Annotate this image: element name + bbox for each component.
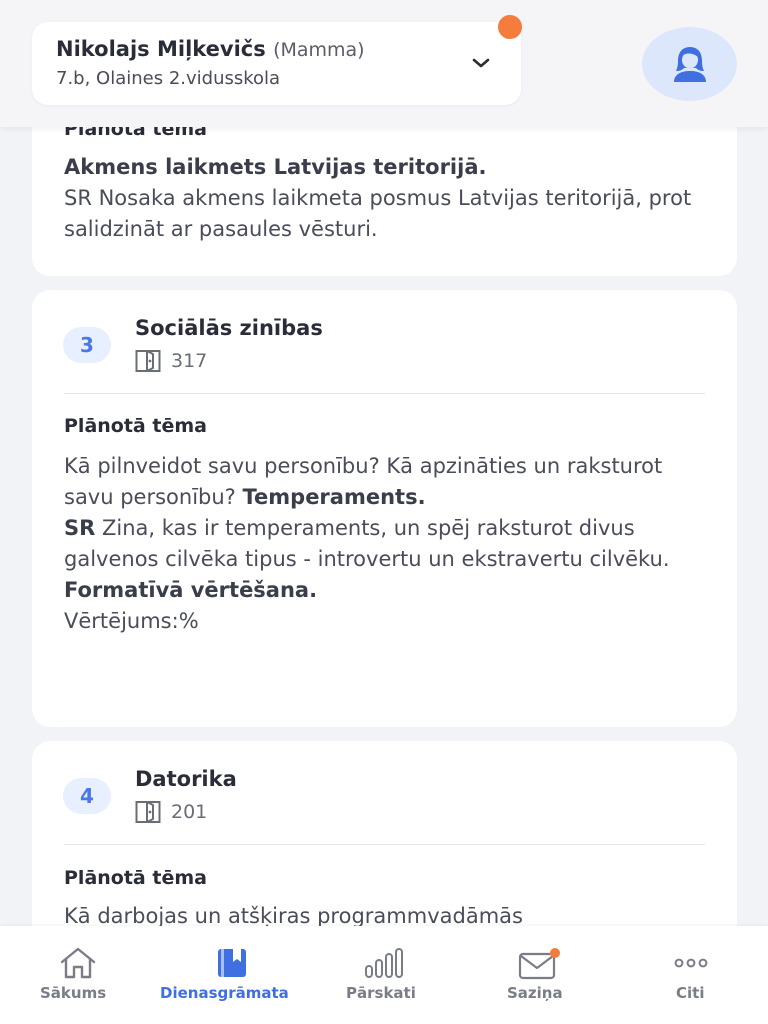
lesson-name: Datorika (135, 767, 237, 791)
classroom: 317 (135, 349, 207, 373)
chevron-down-icon[interactable] (470, 54, 492, 72)
lesson-number-badge: 3 (63, 327, 111, 363)
room-number: 317 (171, 350, 208, 372)
bar-chart-icon (365, 948, 403, 978)
top-header: Nikolajs Miļkevičs (Mamma) 7.b, Olaines … (0, 0, 768, 127)
student-selector[interactable]: Nikolajs Miļkevičs (Mamma) 7.b, Olaines … (32, 22, 521, 105)
notification-dot (498, 15, 522, 39)
nav-item-reports[interactable]: Pārskati (346, 926, 424, 1024)
room-number: 201 (171, 801, 208, 823)
lesson-card[interactable]: 3 Sociālās zinības 317 Plānotā tēma Kā p… (32, 290, 737, 727)
lesson-name: Sociālās zinības (135, 316, 323, 340)
user-avatar-icon (673, 47, 706, 82)
nav-label: Pārskati (346, 984, 416, 1002)
nav-item-more[interactable]: Citi (666, 926, 716, 1024)
divider (64, 844, 705, 845)
door-icon (135, 350, 161, 372)
nav-item-diary[interactable]: Dienasgrāmata (160, 926, 302, 1024)
planned-topic-text: Kā darbojas un atšķiras programmvadāmās (64, 904, 523, 926)
door-icon (135, 801, 161, 823)
classroom: 201 (135, 800, 207, 824)
mail-icon (518, 948, 560, 980)
planned-topic-label: Plānotā tēma (64, 867, 207, 889)
topic-bold-part: Temperaments. (242, 485, 426, 509)
home-icon (60, 947, 96, 979)
lesson-number-badge: 4 (63, 778, 111, 814)
topic-bold-part: Formatīvā vērtēšana. (64, 578, 318, 602)
diary-scroll-area[interactable]: Plānotā tēma Akmens laikmets Latvijas te… (0, 0, 768, 926)
topic-bold-part: SR (64, 516, 96, 540)
grade-text: Vērtējums:% (64, 609, 199, 633)
nav-label: Saziņa (507, 984, 563, 1002)
topic-description: SR Nosaka akmens laikmeta posmus Latvija… (64, 186, 692, 241)
lesson-card[interactable]: 4 Datorika 201 Plānotā tēma Kā darbojas … (32, 741, 737, 926)
diary-icon (218, 949, 246, 977)
nav-label: Dienasgrāmata (160, 984, 289, 1002)
divider (64, 393, 705, 394)
topic-title: Akmens laikmets Latvijas teritorijā. (64, 155, 487, 179)
guardian-role: (Mamma) (273, 39, 365, 61)
more-icon (674, 958, 708, 968)
student-name-text: Nikolajs Miļkevičs (56, 37, 266, 61)
student-name: Nikolajs Miļkevičs (Mamma) (56, 37, 365, 61)
nav-label: Sākums (40, 984, 107, 1002)
nav-label: Citi (676, 984, 705, 1002)
nav-item-home[interactable]: Sākums (38, 926, 118, 1024)
topic-text-part: Zina, kas ir temperaments, un spēj rakst… (64, 516, 670, 571)
bottom-navigation: Sākums Dienasgrāmata Pārskati Saziņa Cit… (0, 926, 768, 1024)
student-school: 7.b, Olaines 2.vidusskola (56, 68, 281, 89)
planned-topic-text: Kā pilnveidot savu personību? Kā apzināt… (64, 451, 714, 637)
nav-item-messages[interactable]: Saziņa (505, 926, 575, 1024)
planned-topic-label: Plānotā tēma (64, 415, 207, 437)
profile-avatar-button[interactable] (642, 27, 737, 101)
planned-topic-text: Akmens laikmets Latvijas teritorijā. SR … (64, 152, 714, 245)
